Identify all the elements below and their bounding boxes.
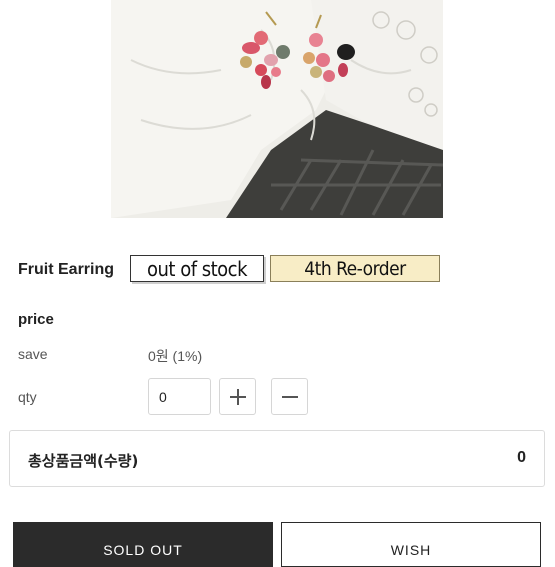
price-label: price	[18, 311, 54, 328]
quantity-decrease-button[interactable]	[271, 378, 308, 415]
plus-icon	[229, 388, 246, 405]
total-price-value: 0	[517, 449, 526, 466]
minus-icon	[281, 395, 298, 398]
total-price-box: 총상품금액(수량) 0	[9, 430, 545, 487]
save-value: 0원 (1%)	[148, 348, 203, 364]
qty-label: qty	[18, 389, 37, 405]
product-name-row: Fruit Earring	[18, 254, 114, 286]
quantity-input[interactable]	[148, 378, 211, 415]
total-price-label: 총상품금액(수량)	[28, 452, 139, 470]
quantity-increase-button[interactable]	[219, 378, 256, 415]
reorder-tag: 4th Re-order	[270, 255, 440, 282]
product-photo	[111, 0, 443, 218]
save-label: save	[18, 346, 48, 362]
wish-button[interactable]: WISH	[281, 522, 541, 567]
sold-out-button[interactable]: SOLD OUT	[13, 522, 273, 567]
product-name: Fruit Earring	[18, 261, 115, 278]
out-of-stock-tag: out of stock	[130, 255, 264, 282]
